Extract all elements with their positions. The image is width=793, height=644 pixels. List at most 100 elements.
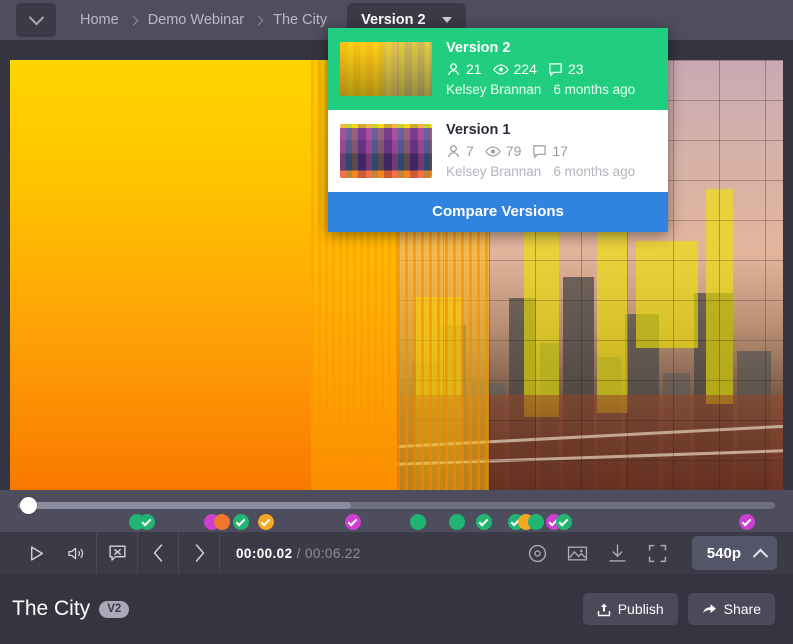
views-count: 224 (514, 58, 537, 80)
check-icon (348, 516, 358, 526)
player-controls: 00:00.02 / 00:06.22 540p (0, 532, 793, 574)
chevron-right-icon (254, 15, 264, 25)
app-root: Home Demo Webinar The City Version 2 (0, 0, 793, 644)
version-dropdown-panel: Version 2 21 224 23 Kelsey B (328, 28, 668, 232)
publish-label: Publish (618, 601, 664, 617)
comment-marker[interactable] (476, 514, 492, 530)
version-updated: 6 months ago (553, 82, 635, 97)
version-list-item-1[interactable]: Version 1 7 79 17 Kelsey Bra (328, 110, 668, 192)
comment-marker[interactable] (139, 514, 155, 530)
version-meta: Kelsey Brannan 6 months ago (446, 80, 635, 100)
comment-marker[interactable] (739, 514, 755, 530)
record-button[interactable] (518, 532, 558, 574)
chevron-left-icon (151, 544, 166, 562)
playhead-handle[interactable] (20, 497, 37, 514)
next-comment-button[interactable] (179, 532, 219, 574)
progress-played (18, 502, 351, 509)
comments-icon (548, 62, 563, 77)
publish-icon (597, 602, 611, 617)
previous-comment-button[interactable] (138, 532, 178, 574)
breadcrumb-item-the-city[interactable]: The City (273, 12, 327, 28)
chevron-up-icon (753, 548, 769, 564)
check-icon (236, 516, 246, 526)
record-icon (528, 544, 547, 563)
version-meta: Kelsey Brannan 6 months ago (446, 162, 635, 182)
chevron-right-icon (128, 15, 138, 25)
comment-marker[interactable] (258, 514, 274, 530)
play-button[interactable] (16, 532, 56, 574)
page-title: The City (12, 597, 90, 621)
comments-count: 17 (552, 140, 568, 162)
fullscreen-button[interactable] (638, 532, 678, 574)
check-icon (261, 516, 271, 526)
footer-bar: The City V2 Publish Share (0, 574, 793, 644)
current-time: 00:00.02 (236, 546, 293, 561)
quality-selector-button[interactable]: 540p (692, 536, 777, 570)
comment-marker[interactable] (233, 514, 249, 530)
footer-actions: Publish Share (583, 593, 775, 625)
version-badge: V2 (99, 601, 129, 618)
play-icon (28, 545, 45, 562)
version-stats: 21 224 23 (446, 58, 635, 80)
version-author: Kelsey Brannan (446, 164, 541, 179)
publish-button[interactable]: Publish (583, 593, 678, 625)
fullscreen-icon (648, 544, 667, 563)
download-icon (608, 544, 627, 563)
version-info: Version 1 7 79 17 Kelsey Bra (446, 120, 635, 182)
caret-down-icon (442, 17, 452, 23)
collaborators-count: 21 (466, 58, 482, 80)
download-button[interactable] (598, 532, 638, 574)
toggle-comments-button[interactable] (97, 532, 137, 574)
version-info: Version 2 21 224 23 Kelsey B (446, 38, 635, 100)
comment-off-icon (108, 544, 127, 562)
comments-count: 23 (568, 58, 584, 80)
divider (219, 532, 220, 574)
collapse-panel-button[interactable] (16, 3, 56, 37)
version-updated: 6 months ago (553, 164, 635, 179)
views-icon (493, 62, 509, 77)
volume-icon (67, 545, 86, 562)
breadcrumb: Home Demo Webinar The City (80, 12, 327, 28)
chevron-down-icon (28, 9, 44, 25)
check-icon (559, 516, 569, 526)
share-button[interactable]: Share (688, 593, 775, 625)
chevron-right-icon (192, 544, 207, 562)
comment-marker[interactable] (556, 514, 572, 530)
quality-label: 540p (707, 545, 741, 562)
version-stats: 7 79 17 (446, 140, 635, 162)
comment-marker[interactable] (528, 514, 544, 530)
views-count: 79 (506, 140, 522, 162)
collaborators-count: 7 (466, 140, 474, 162)
version-selector-label: Version 2 (361, 12, 425, 28)
breadcrumb-item-home[interactable]: Home (80, 12, 119, 28)
check-icon (742, 516, 752, 526)
version-thumbnail (340, 42, 432, 96)
progress-track[interactable] (18, 502, 775, 509)
comment-marker[interactable] (449, 514, 465, 530)
share-label: Share (724, 601, 761, 617)
version-title: Version 1 (446, 120, 635, 140)
version-author: Kelsey Brannan (446, 82, 541, 97)
share-icon (702, 602, 717, 616)
comment-marker[interactable] (214, 514, 230, 530)
total-time: 00:06.22 (305, 546, 361, 561)
version-list-item-2[interactable]: Version 2 21 224 23 Kelsey B (328, 28, 668, 110)
time-display: 00:00.02 / 00:06.22 (236, 546, 361, 561)
breadcrumb-item-demo-webinar[interactable]: Demo Webinar (148, 12, 244, 28)
volume-button[interactable] (56, 532, 96, 574)
image-icon (567, 544, 588, 562)
comment-marker[interactable] (345, 514, 361, 530)
comments-icon (532, 144, 547, 159)
thumbnail-button[interactable] (558, 532, 598, 574)
player-controls-right: 540p (518, 532, 793, 574)
timeline-bar[interactable] (0, 490, 793, 532)
time-separator: / (297, 546, 301, 561)
asset-title-group: The City V2 (12, 597, 129, 621)
collaborators-icon (446, 144, 461, 159)
compare-versions-button[interactable]: Compare Versions (328, 192, 668, 232)
version-thumbnail (340, 124, 432, 178)
check-icon (142, 516, 152, 526)
version-title: Version 2 (446, 38, 635, 58)
comment-marker[interactable] (410, 514, 426, 530)
views-icon (485, 144, 501, 159)
